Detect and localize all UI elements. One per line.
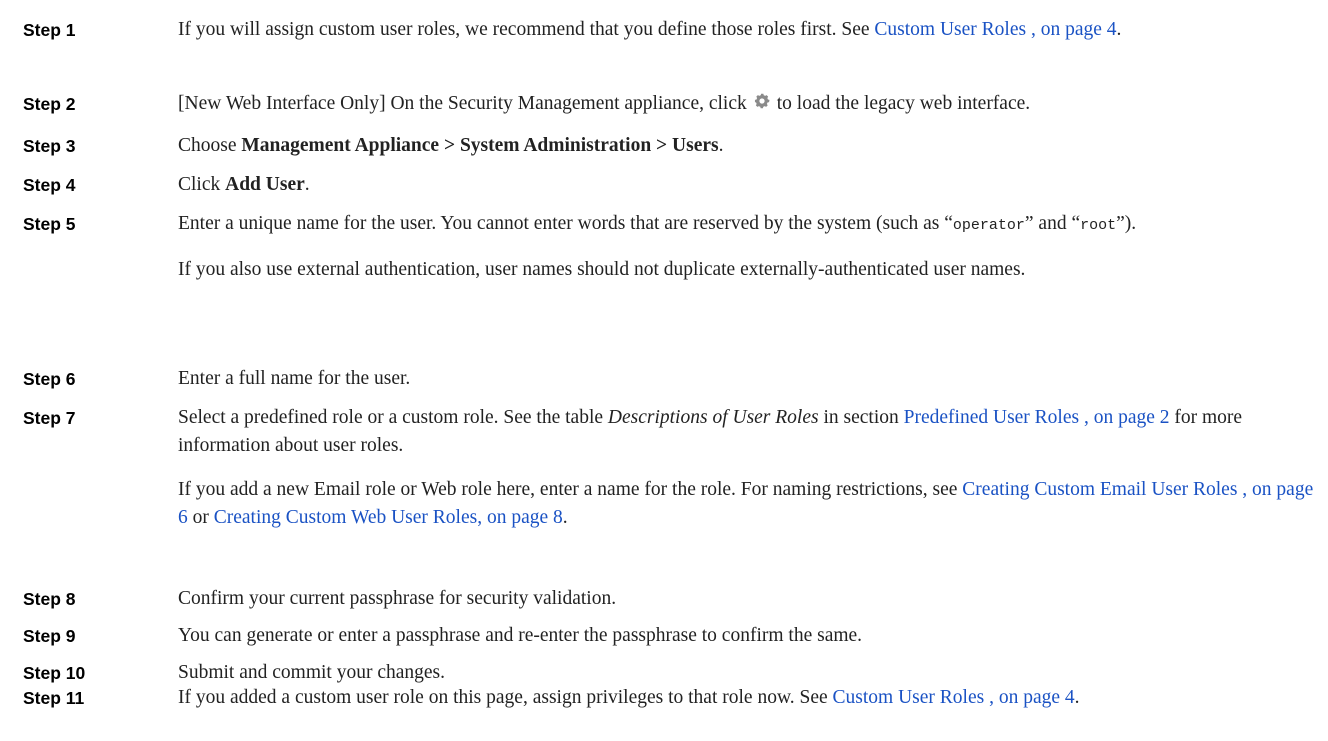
step-text: Submit and commit your changes.	[178, 662, 446, 683]
menu-path: Management Appliance > System Administra…	[241, 135, 719, 156]
link-custom-user-roles[interactable]: Custom User Roles , on page 4	[833, 687, 1075, 708]
step-text: [New Web Interface Only] On the Security…	[178, 90, 1316, 119]
step-text: You can generate or enter a passphrase a…	[178, 625, 863, 646]
step-label: Step 6	[23, 369, 76, 389]
link-custom-user-roles[interactable]: Custom User Roles , on page 4	[874, 19, 1116, 40]
code-root: root	[1080, 217, 1117, 234]
step-label: Step 10	[23, 663, 86, 683]
step-text: Select a predefined role or a custom rol…	[178, 407, 1314, 528]
step-text: Click Add User.	[178, 174, 310, 195]
step-text: Choose Management Appliance > System Adm…	[178, 135, 724, 156]
link-creating-custom-web-user-roles[interactable]: Creating Custom Web User Roles, on page …	[214, 507, 563, 528]
table-name: Descriptions of User Roles	[607, 407, 819, 428]
step-label: Step 4	[23, 175, 76, 195]
step-label: Step 11	[23, 688, 85, 708]
step-label: Step 1	[23, 20, 76, 40]
step-label: Step 9	[23, 626, 76, 646]
add-user-label: Add User	[225, 174, 305, 195]
step-label: Step 5	[23, 214, 76, 234]
step-text: Enter a unique name for the user. You ca…	[178, 210, 1316, 284]
procedure-steps: Step 1 If you will assign custom user ro…	[0, 0, 1328, 741]
step-text: Confirm your current passphrase for secu…	[178, 588, 617, 609]
step-label: Step 8	[23, 589, 76, 609]
step-label: Step 2	[23, 94, 76, 114]
step-text: If you added a custom user role on this …	[178, 687, 1080, 708]
gear-icon	[753, 91, 771, 119]
step-text: Enter a full name for the user.	[178, 368, 411, 389]
step-note: If you also use external authentication,…	[178, 259, 1026, 280]
code-operator: operator	[952, 217, 1025, 234]
step-label: Step 3	[23, 136, 76, 156]
link-predefined-user-roles[interactable]: Predefined User Roles , on page 2	[904, 407, 1170, 428]
step-label: Step 7	[23, 408, 76, 428]
step-text: If you will assign custom user roles, we…	[178, 19, 1122, 40]
